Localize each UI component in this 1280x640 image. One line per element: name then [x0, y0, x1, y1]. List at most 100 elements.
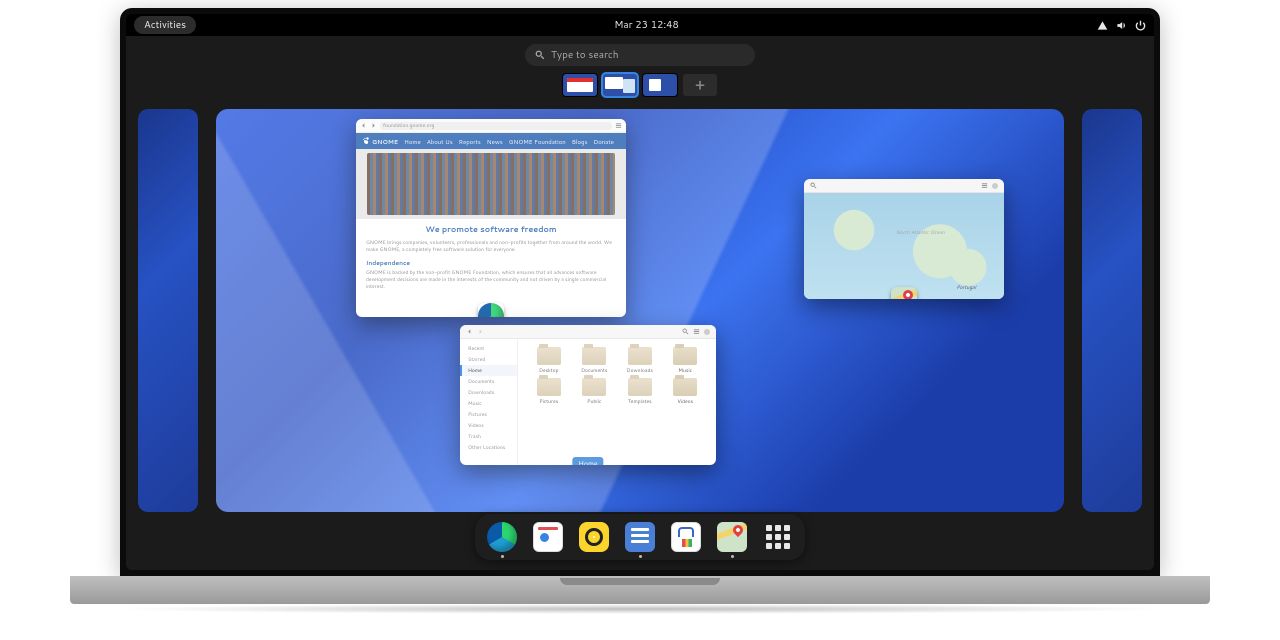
folder-icon: [537, 347, 561, 365]
sidebar-item[interactable]: Documents: [460, 376, 517, 387]
window-files[interactable]: Recent Starred Home Documents Downloads …: [460, 325, 716, 465]
back-icon[interactable]: [360, 122, 367, 129]
map-label: Portugal: [956, 284, 976, 291]
volume-icon: [1116, 20, 1127, 31]
top-bar: Activities Mar 23 12:48: [126, 14, 1154, 36]
maps-header: [804, 179, 1004, 193]
folder-item[interactable]: Pictures: [528, 378, 570, 405]
sidebar-item[interactable]: Starred: [460, 354, 517, 365]
sidebar-item[interactable]: Music: [460, 398, 517, 409]
browser-toolbar: foundation.gnome.org: [356, 119, 626, 133]
folder-item[interactable]: Templates: [619, 378, 661, 405]
sidebar-item[interactable]: Trash: [460, 431, 517, 442]
window-app-icon: [891, 287, 917, 299]
dock-app-calendar[interactable]: [531, 520, 565, 554]
nav-link[interactable]: About Us: [427, 137, 453, 146]
hamburger-icon[interactable]: [615, 122, 622, 129]
files-sidebar: Recent Starred Home Documents Downloads …: [460, 339, 518, 465]
workspace-thumbnails: +: [563, 74, 717, 96]
dock-app-music[interactable]: [577, 520, 611, 554]
nav-link[interactable]: Home: [404, 137, 421, 146]
window-web-browser[interactable]: foundation.gnome.org GNOME Home About Us…: [356, 119, 626, 317]
forward-icon[interactable]: [477, 328, 484, 335]
folder-item[interactable]: Desktop: [528, 347, 570, 374]
nav-link[interactable]: News: [487, 137, 503, 146]
dock-app-maps[interactable]: [715, 520, 749, 554]
workspace-thumb-3[interactable]: [643, 74, 677, 96]
workspace-peek-right[interactable]: [1082, 109, 1142, 512]
folder-icon: [582, 347, 606, 365]
workspace-current[interactable]: foundation.gnome.org GNOME Home About Us…: [216, 109, 1064, 512]
page-paragraph: GNOME brings companies, volunteers, prof…: [356, 239, 626, 253]
workspace-add-button[interactable]: +: [683, 74, 717, 96]
window-app-icon: [478, 303, 504, 317]
search-placeholder: Type to search: [551, 48, 619, 62]
laptop-shadow: [110, 604, 1170, 614]
workspace-peek-left[interactable]: [138, 109, 198, 512]
search-icon[interactable]: [682, 328, 689, 335]
clock[interactable]: Mar 23 12:48: [614, 18, 679, 32]
files-header: [460, 325, 716, 339]
folder-icon: [673, 378, 697, 396]
page-subhead: Independence: [356, 256, 626, 269]
overview-area: foundation.gnome.org GNOME Home About Us…: [126, 109, 1154, 512]
page-headline: We promote software freedom: [356, 223, 626, 235]
status-area[interactable]: [1097, 20, 1146, 31]
folder-item[interactable]: Music: [665, 347, 707, 374]
forward-icon[interactable]: [370, 122, 377, 129]
nav-link[interactable]: Donate: [593, 137, 613, 146]
grid-icon: [766, 525, 790, 549]
sidebar-item[interactable]: Home: [460, 365, 517, 376]
site-nav: GNOME Home About Us Reports News GNOME F…: [356, 133, 626, 149]
dock-app-files[interactable]: [623, 520, 657, 554]
hero-image: [356, 149, 626, 219]
folder-item[interactable]: Videos: [665, 378, 707, 405]
workspace-thumb-2[interactable]: [603, 74, 637, 96]
laptop-base: [70, 576, 1210, 604]
page-paragraph: GNOME is backed by the non-profit GNOME …: [356, 269, 626, 290]
window-close-icon[interactable]: [992, 183, 998, 189]
files-grid: Desktop Documents Downloads Music Pictur…: [518, 339, 716, 465]
power-icon: [1135, 20, 1146, 31]
nav-link[interactable]: Reports: [459, 137, 481, 146]
folder-icon: [537, 378, 561, 396]
search-icon[interactable]: [810, 182, 817, 189]
site-brand: GNOME: [362, 137, 398, 146]
dock-app-web[interactable]: [485, 520, 519, 554]
hamburger-icon[interactable]: [981, 182, 988, 189]
laptop-frame: Activities Mar 23 12:48 Type to search +: [120, 8, 1160, 614]
hamburger-icon[interactable]: [693, 328, 700, 335]
activities-button[interactable]: Activities: [134, 16, 196, 34]
back-icon[interactable]: [466, 328, 473, 335]
folder-item[interactable]: Public: [574, 378, 616, 405]
gnome-foot-icon: [362, 137, 370, 145]
show-applications-button[interactable]: [761, 520, 795, 554]
desktop-screen: Activities Mar 23 12:48 Type to search +: [126, 14, 1154, 570]
dash-dock: [475, 514, 805, 560]
sidebar-item[interactable]: Other Locations: [460, 442, 517, 453]
overview-search[interactable]: Type to search: [525, 44, 755, 66]
dock-app-software[interactable]: [669, 520, 703, 554]
nav-link[interactable]: GNOME Foundation: [509, 137, 566, 146]
map-label: North Atlantic Ocean: [896, 229, 945, 236]
search-icon: [535, 50, 545, 60]
map-canvas[interactable]: North Atlantic Ocean Portugal: [804, 193, 1004, 299]
window-caption: Home Files: [572, 457, 603, 465]
window-close-icon[interactable]: [704, 329, 710, 335]
folder-icon: [582, 378, 606, 396]
window-maps[interactable]: North Atlantic Ocean Portugal: [804, 179, 1004, 299]
folder-item[interactable]: Documents: [574, 347, 616, 374]
folder-icon: [628, 378, 652, 396]
network-icon: [1097, 20, 1108, 31]
url-bar[interactable]: foundation.gnome.org: [380, 122, 612, 130]
folder-icon: [673, 347, 697, 365]
sidebar-item[interactable]: Pictures: [460, 409, 517, 420]
workspace-thumb-1[interactable]: [563, 74, 597, 96]
screen-bezel: Activities Mar 23 12:48 Type to search +: [120, 8, 1160, 576]
sidebar-item[interactable]: Downloads: [460, 387, 517, 398]
sidebar-item[interactable]: Videos: [460, 420, 517, 431]
nav-link[interactable]: Blogs: [572, 137, 588, 146]
sidebar-item[interactable]: Recent: [460, 343, 517, 354]
folder-item[interactable]: Downloads: [619, 347, 661, 374]
folder-icon: [628, 347, 652, 365]
